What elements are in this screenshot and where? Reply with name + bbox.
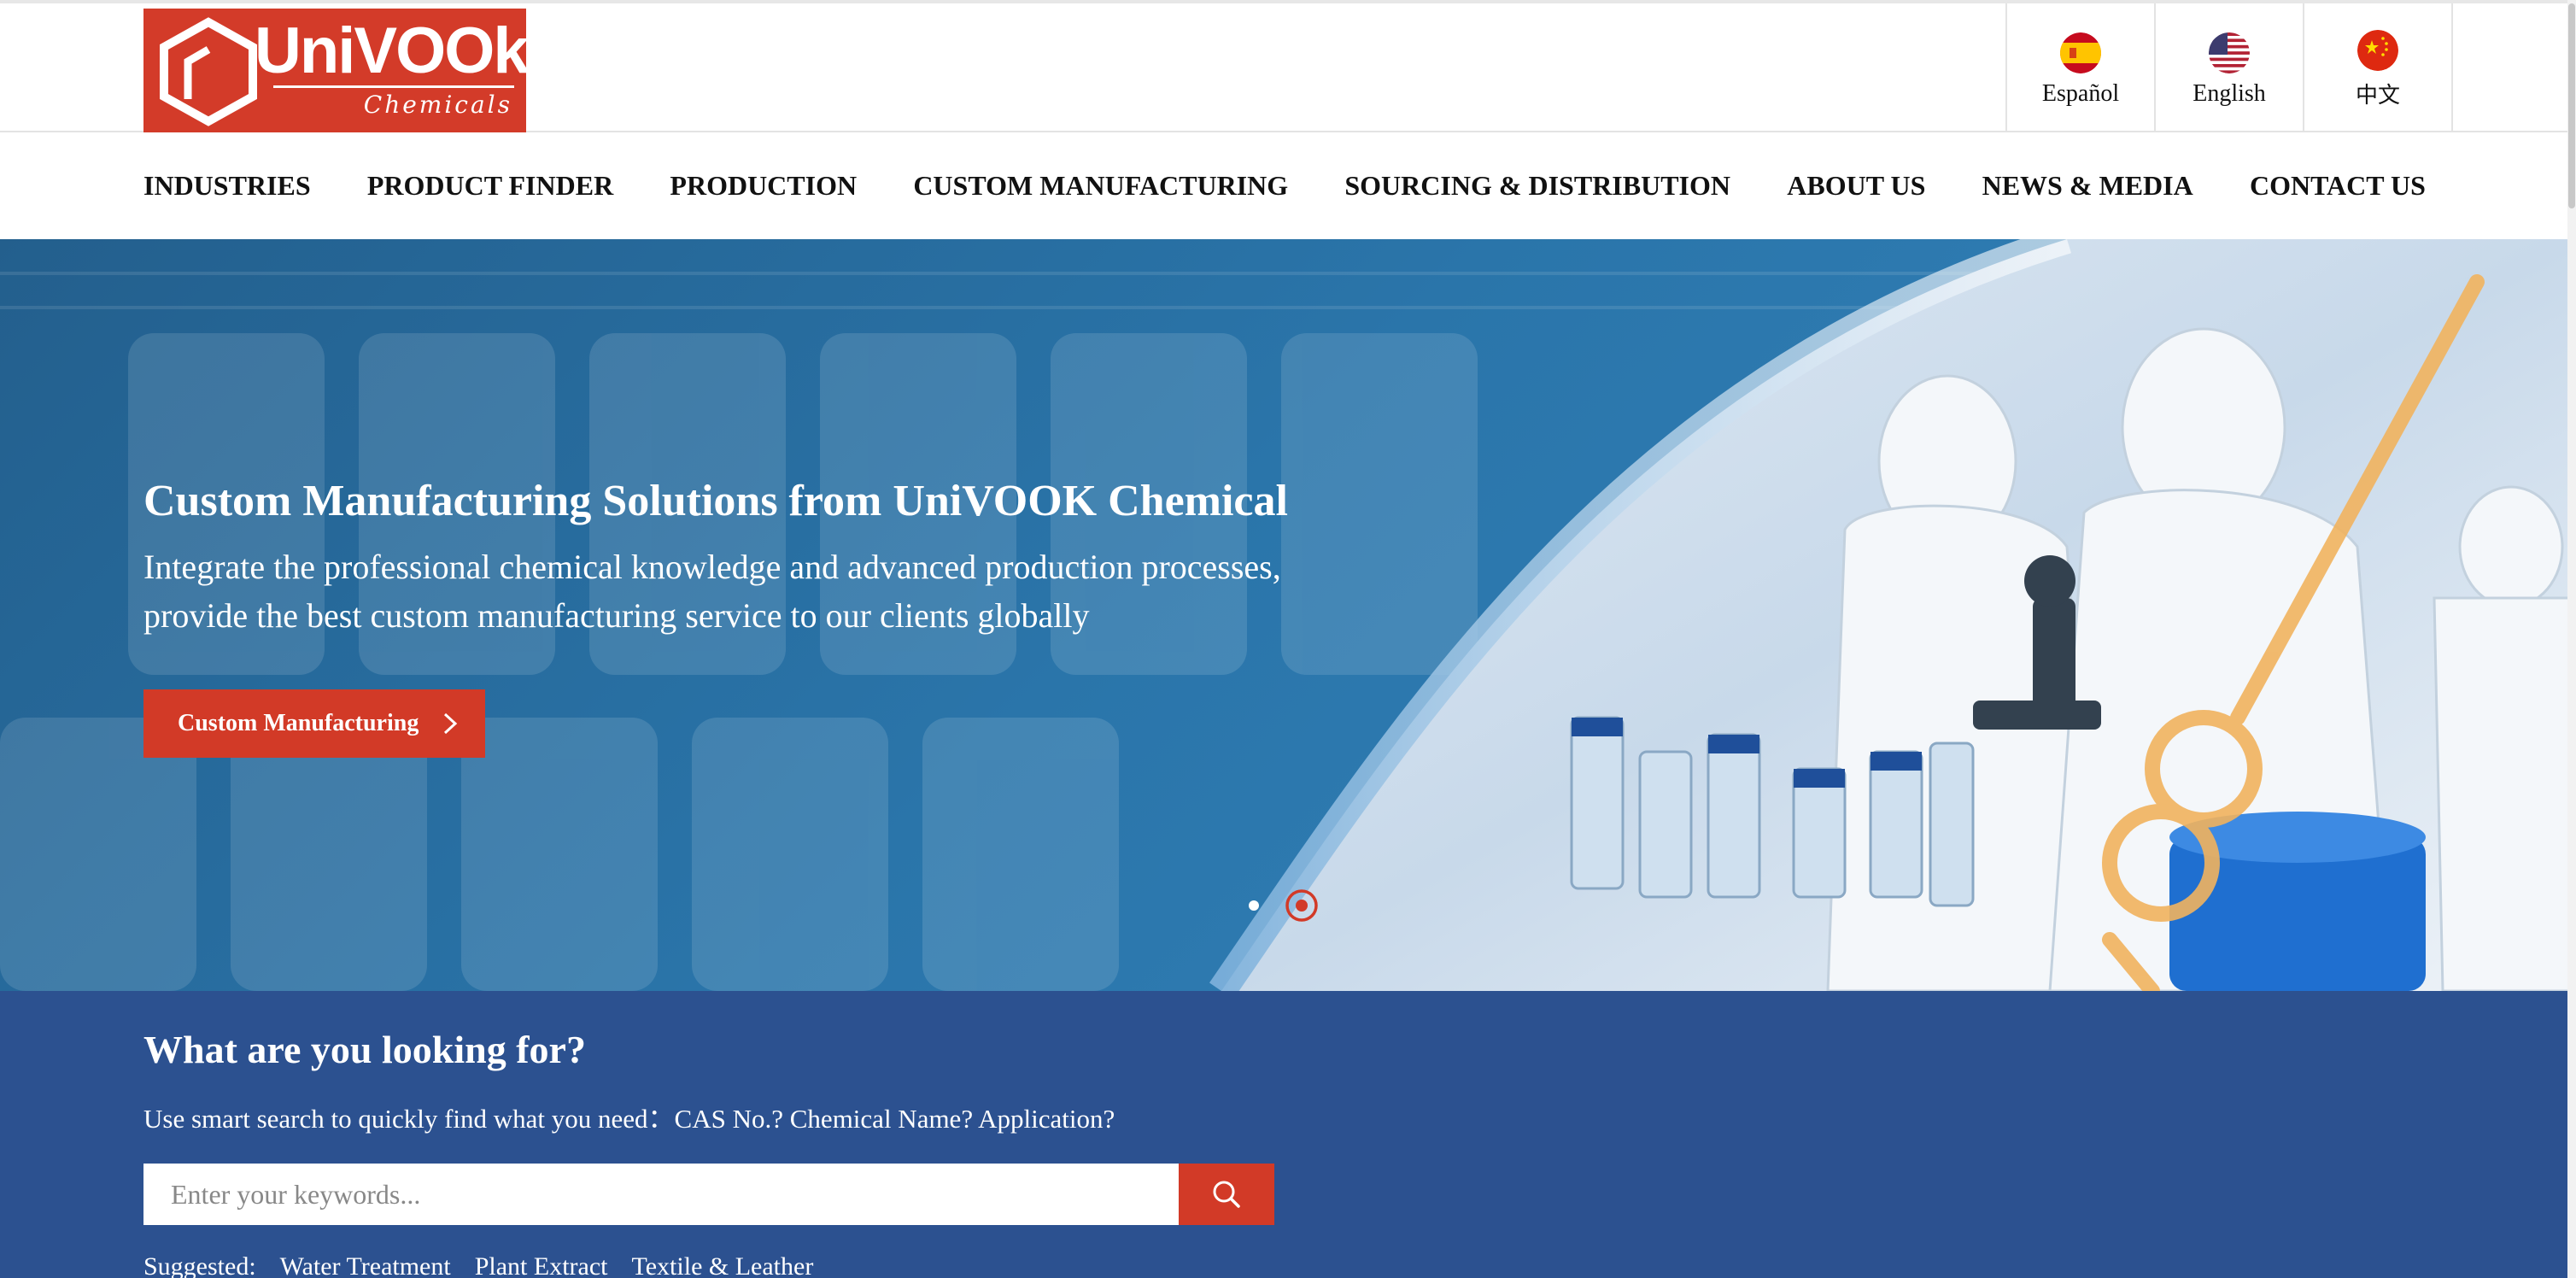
- univook-logo[interactable]: UniVOOk Chemicals: [143, 9, 530, 134]
- nav-about-us[interactable]: ABOUT US: [1787, 170, 1925, 202]
- logo-subtitle: Chemicals: [363, 91, 512, 119]
- hero-banner: Custom Manufacturing Solutions from UniV…: [0, 239, 2576, 991]
- language-label: 中文: [2355, 83, 2400, 108]
- china-flag-icon: [2357, 30, 2398, 71]
- logo-wordmark: UniVOOk: [255, 15, 530, 87]
- nav-news-media[interactable]: NEWS & MEDIA: [1982, 170, 2193, 202]
- chevron-right-icon: [444, 712, 458, 735]
- nav-sourcing-distribution[interactable]: SOURCING & DISTRIBUTION: [1344, 170, 1730, 202]
- page-scrollbar[interactable]: [2567, 0, 2576, 1278]
- suggested-link-water-treatment[interactable]: Water Treatment: [280, 1252, 451, 1278]
- spain-flag-icon: [2060, 32, 2101, 73]
- language-spanish[interactable]: Español: [2007, 3, 2156, 136]
- search-input[interactable]: [143, 1164, 1179, 1225]
- hero-description: Integrate the professional chemical know…: [143, 548, 1281, 635]
- nav-custom-manufacturing[interactable]: CUSTOM MANUFACTURING: [913, 170, 1288, 202]
- scrollbar-thumb[interactable]: [2568, 3, 2575, 208]
- suggested-link-plant-extract[interactable]: Plant Extract: [475, 1252, 608, 1278]
- nav-product-finder[interactable]: PRODUCT FINDER: [367, 170, 613, 202]
- language-label: Español: [2041, 79, 2120, 107]
- hero-button-label: Custom Manufacturing: [178, 710, 419, 736]
- custom-manufacturing-button[interactable]: Custom Manufacturing: [143, 689, 485, 758]
- language-switcher: Español English 中文: [2005, 3, 2453, 136]
- search-button[interactable]: [1179, 1164, 1274, 1225]
- search-subtitle: Use smart search to quickly find what yo…: [143, 1104, 1115, 1134]
- hero-title: Custom Manufacturing Solutions from UniV…: [143, 477, 1288, 525]
- language-english[interactable]: English: [2156, 3, 2304, 136]
- nav-contact-us[interactable]: CONTACT US: [2250, 170, 2426, 202]
- slider-pagination: [1249, 888, 1319, 923]
- header-top: UniVOOk Chemicals Español English 中文: [0, 0, 2576, 136]
- hexagon-logo-icon: [160, 17, 257, 126]
- logo-underline: [273, 85, 514, 88]
- search-icon: [1213, 1181, 1240, 1208]
- suggested-link-textile-leather[interactable]: Textile & Leather: [632, 1252, 814, 1278]
- usa-flag-icon: [2209, 32, 2250, 73]
- nav-industries[interactable]: INDUSTRIES: [143, 170, 311, 202]
- language-label: English: [2193, 79, 2266, 107]
- language-chinese[interactable]: 中文: [2304, 3, 2453, 136]
- search-section: What are you looking for? Use smart sear…: [0, 991, 2576, 1278]
- nav-production[interactable]: PRODUCTION: [670, 170, 857, 202]
- main-navigation: INDUSTRIES PRODUCT FINDER PRODUCTION CUS…: [0, 132, 2576, 239]
- slider-dot-1[interactable]: [1249, 900, 1259, 911]
- search-heading: What are you looking for?: [143, 1028, 586, 1071]
- slider-dot-2-active[interactable]: [1285, 888, 1319, 923]
- suggested-keywords: Suggested: Water Treatment Plant Extract…: [143, 1252, 813, 1278]
- suggested-label: Suggested:: [143, 1252, 256, 1278]
